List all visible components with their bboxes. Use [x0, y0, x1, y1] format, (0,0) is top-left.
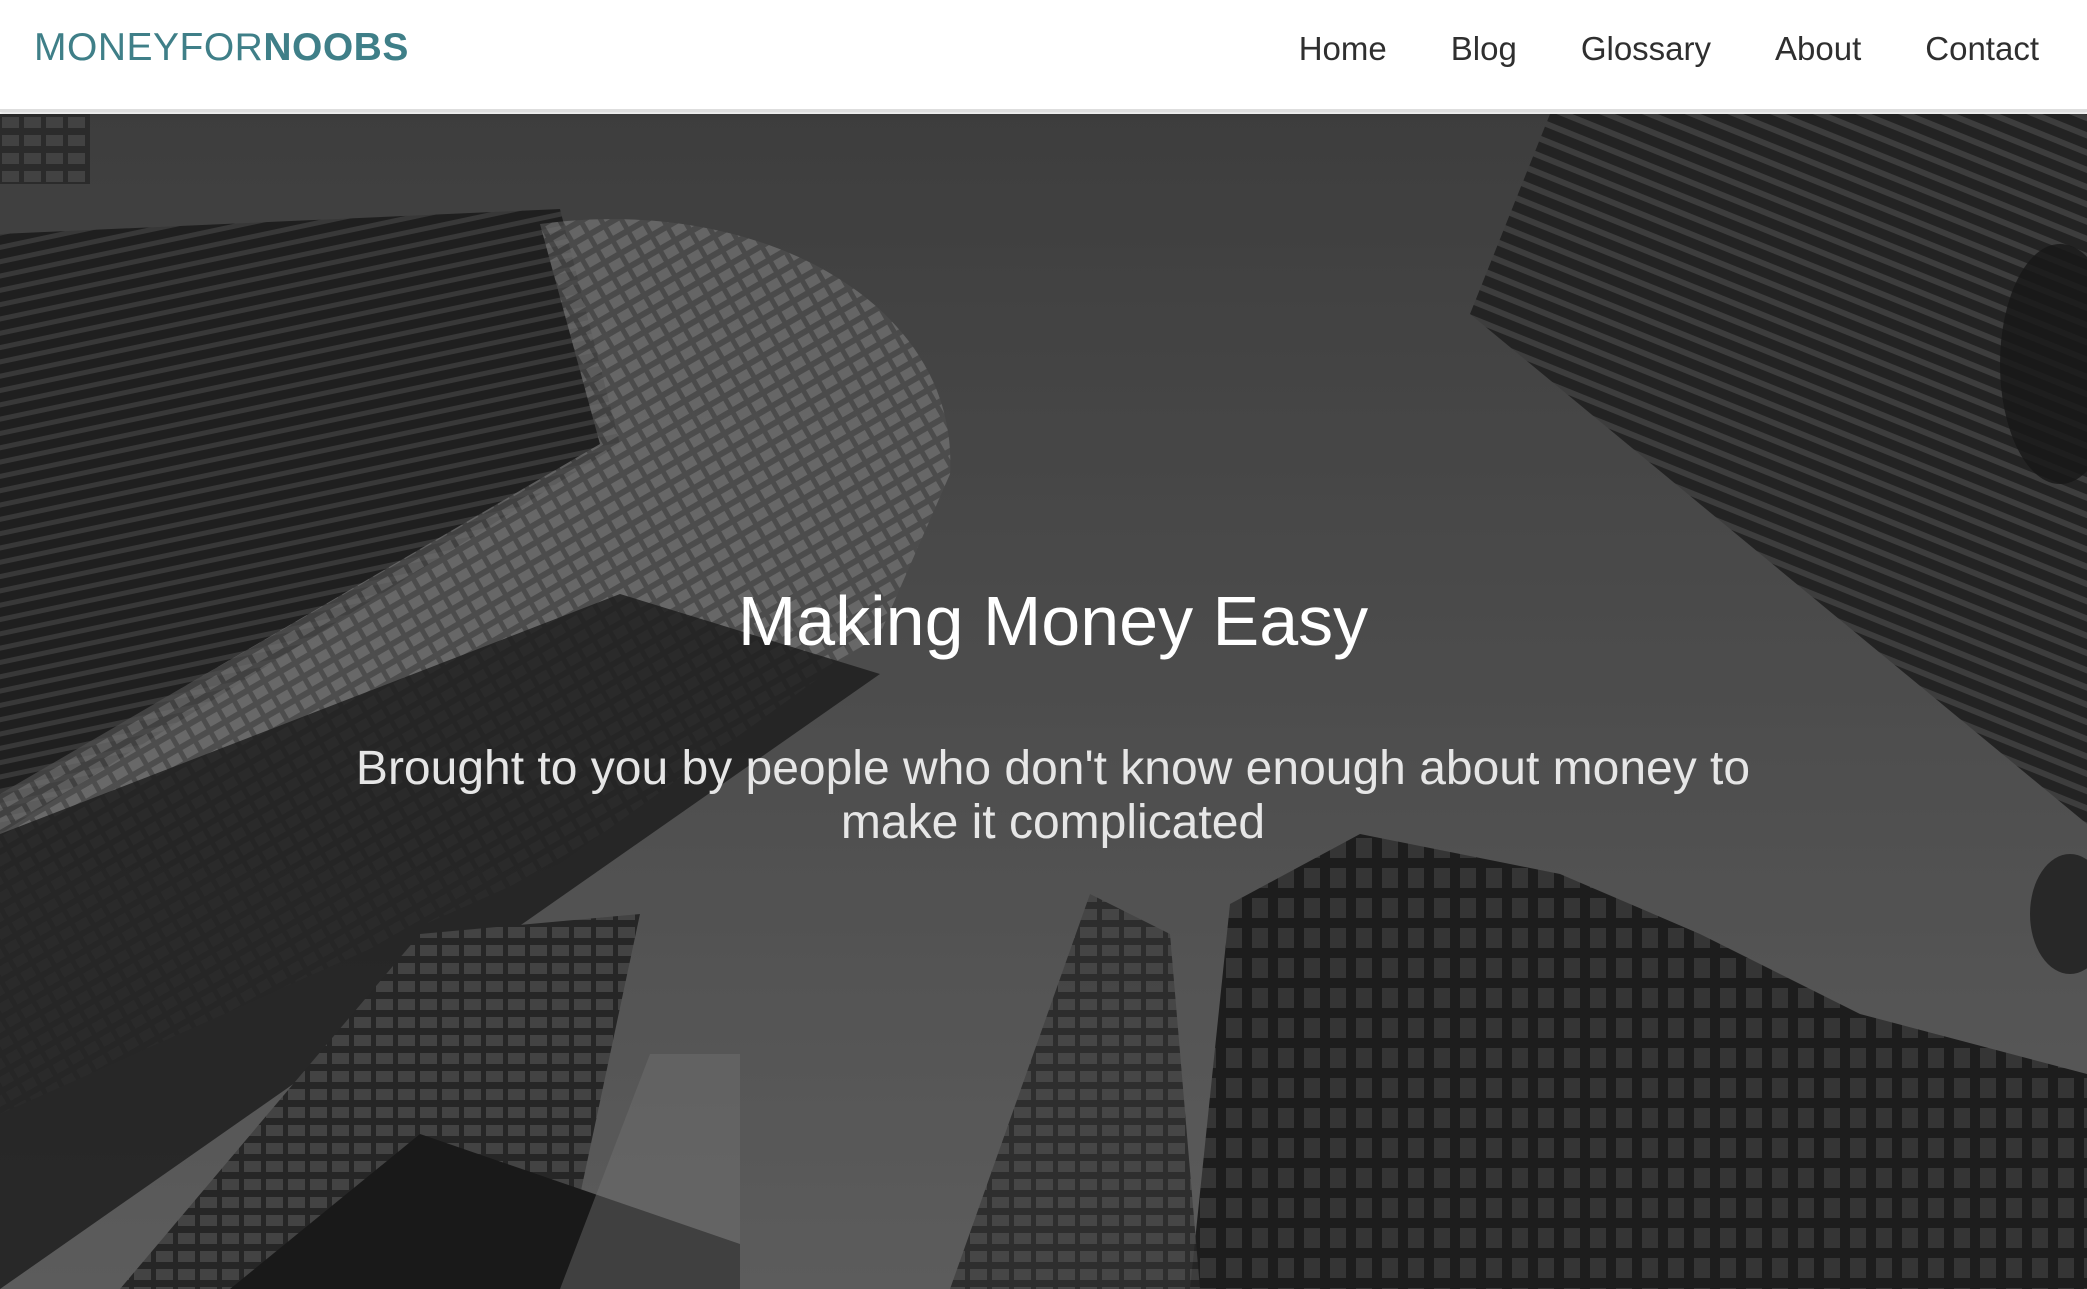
nav-glossary[interactable]: Glossary: [1581, 28, 1711, 70]
hero-overlay: [0, 114, 2087, 1289]
hero-section: Making Money Easy Brought to you by peop…: [0, 114, 2087, 1289]
nav-home[interactable]: Home: [1299, 28, 1387, 70]
site-header: MONEYFORNOOBS Home Blog Glossary About C…: [0, 0, 2087, 112]
hero-title: Making Money Easy: [737, 582, 1369, 660]
nav-about[interactable]: About: [1775, 28, 1861, 70]
nav-blog[interactable]: Blog: [1451, 28, 1517, 70]
logo-text-bold: NOOBS: [263, 26, 409, 69]
main-nav: Home Blog Glossary About Contact: [1235, 28, 2039, 70]
logo-text-light: MONEYFOR: [34, 26, 264, 69]
site-logo[interactable]: MONEYFORNOOBS: [34, 26, 409, 70]
hero-subtitle: Brought to you by people who don't know …: [355, 742, 1751, 849]
nav-contact[interactable]: Contact: [1925, 28, 2039, 70]
